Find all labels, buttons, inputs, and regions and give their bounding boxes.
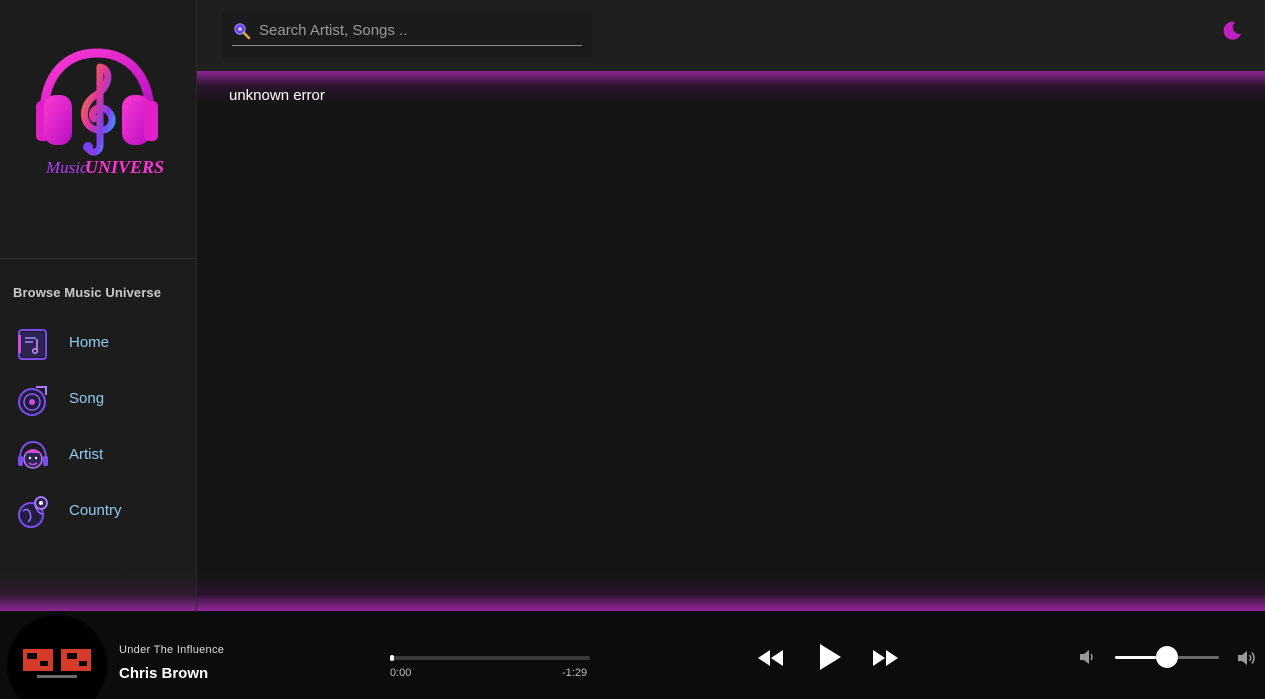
main-glow-top [197,71,1265,105]
volume-thumb[interactable] [1156,646,1178,668]
sidebar-item-label: Artist [69,446,104,463]
play-icon[interactable] [818,643,842,671]
sidebar-item-artist[interactable]: Artist [0,433,196,477]
now-playing-artist: Chris Brown [119,665,209,682]
search-icon [234,23,251,40]
vinyl-record-icon [18,386,47,416]
sidebar-item-label: Country [69,502,122,519]
sidebar-section-title: Browse Music Universe [13,285,162,300]
player-bar: Under The Influence Chris Brown 0:00 -1:… [0,611,1265,699]
home-music-icon [18,329,47,360]
sidebar-item-label: Song [69,390,105,407]
search-box [222,12,592,58]
seek-thumb[interactable] [390,655,394,661]
rewind-icon[interactable] [756,648,784,668]
app-root: Music UNIVERSE Browse Music Universe Hom… [0,0,1265,699]
album-art[interactable] [7,615,107,699]
top-bar [197,0,1265,71]
main-glow-bottom [197,573,1265,611]
sidebar-item-label: Home [69,334,110,351]
error-message: unknown error [229,87,325,104]
now-playing-title: Under The Influence [119,644,225,656]
logo-area: Music UNIVERSE [0,0,196,259]
svg-text:UNIVERSE: UNIVERSE [85,157,164,177]
music-universe-logo[interactable]: Music UNIVERSE [30,45,164,180]
fast-forward-icon[interactable] [872,648,900,668]
main-content: unknown error [197,71,1265,611]
sidebar-item-home[interactable]: Home [0,321,196,365]
album-cover-image [7,615,107,699]
sidebar: Music UNIVERSE Browse Music Universe Hom… [0,0,197,611]
time-elapsed: 0:00 [390,667,412,679]
time-remaining: -1:29 [562,667,588,679]
svg-text:Music: Music [45,158,88,177]
volume-slider[interactable] [1115,646,1219,668]
sidebar-item-country[interactable]: Country [0,489,196,533]
artist-face-icon [18,440,48,469]
globe-pin-icon [18,496,48,528]
volume-high-icon[interactable] [1237,648,1257,668]
seek-bar[interactable] [390,655,590,661]
sidebar-glow [0,573,196,611]
search-input[interactable] [259,18,579,42]
volume-low-icon[interactable] [1079,649,1095,665]
sidebar-item-song[interactable]: Song [0,377,196,421]
moon-icon[interactable] [1221,20,1243,42]
search-underline [232,45,582,46]
